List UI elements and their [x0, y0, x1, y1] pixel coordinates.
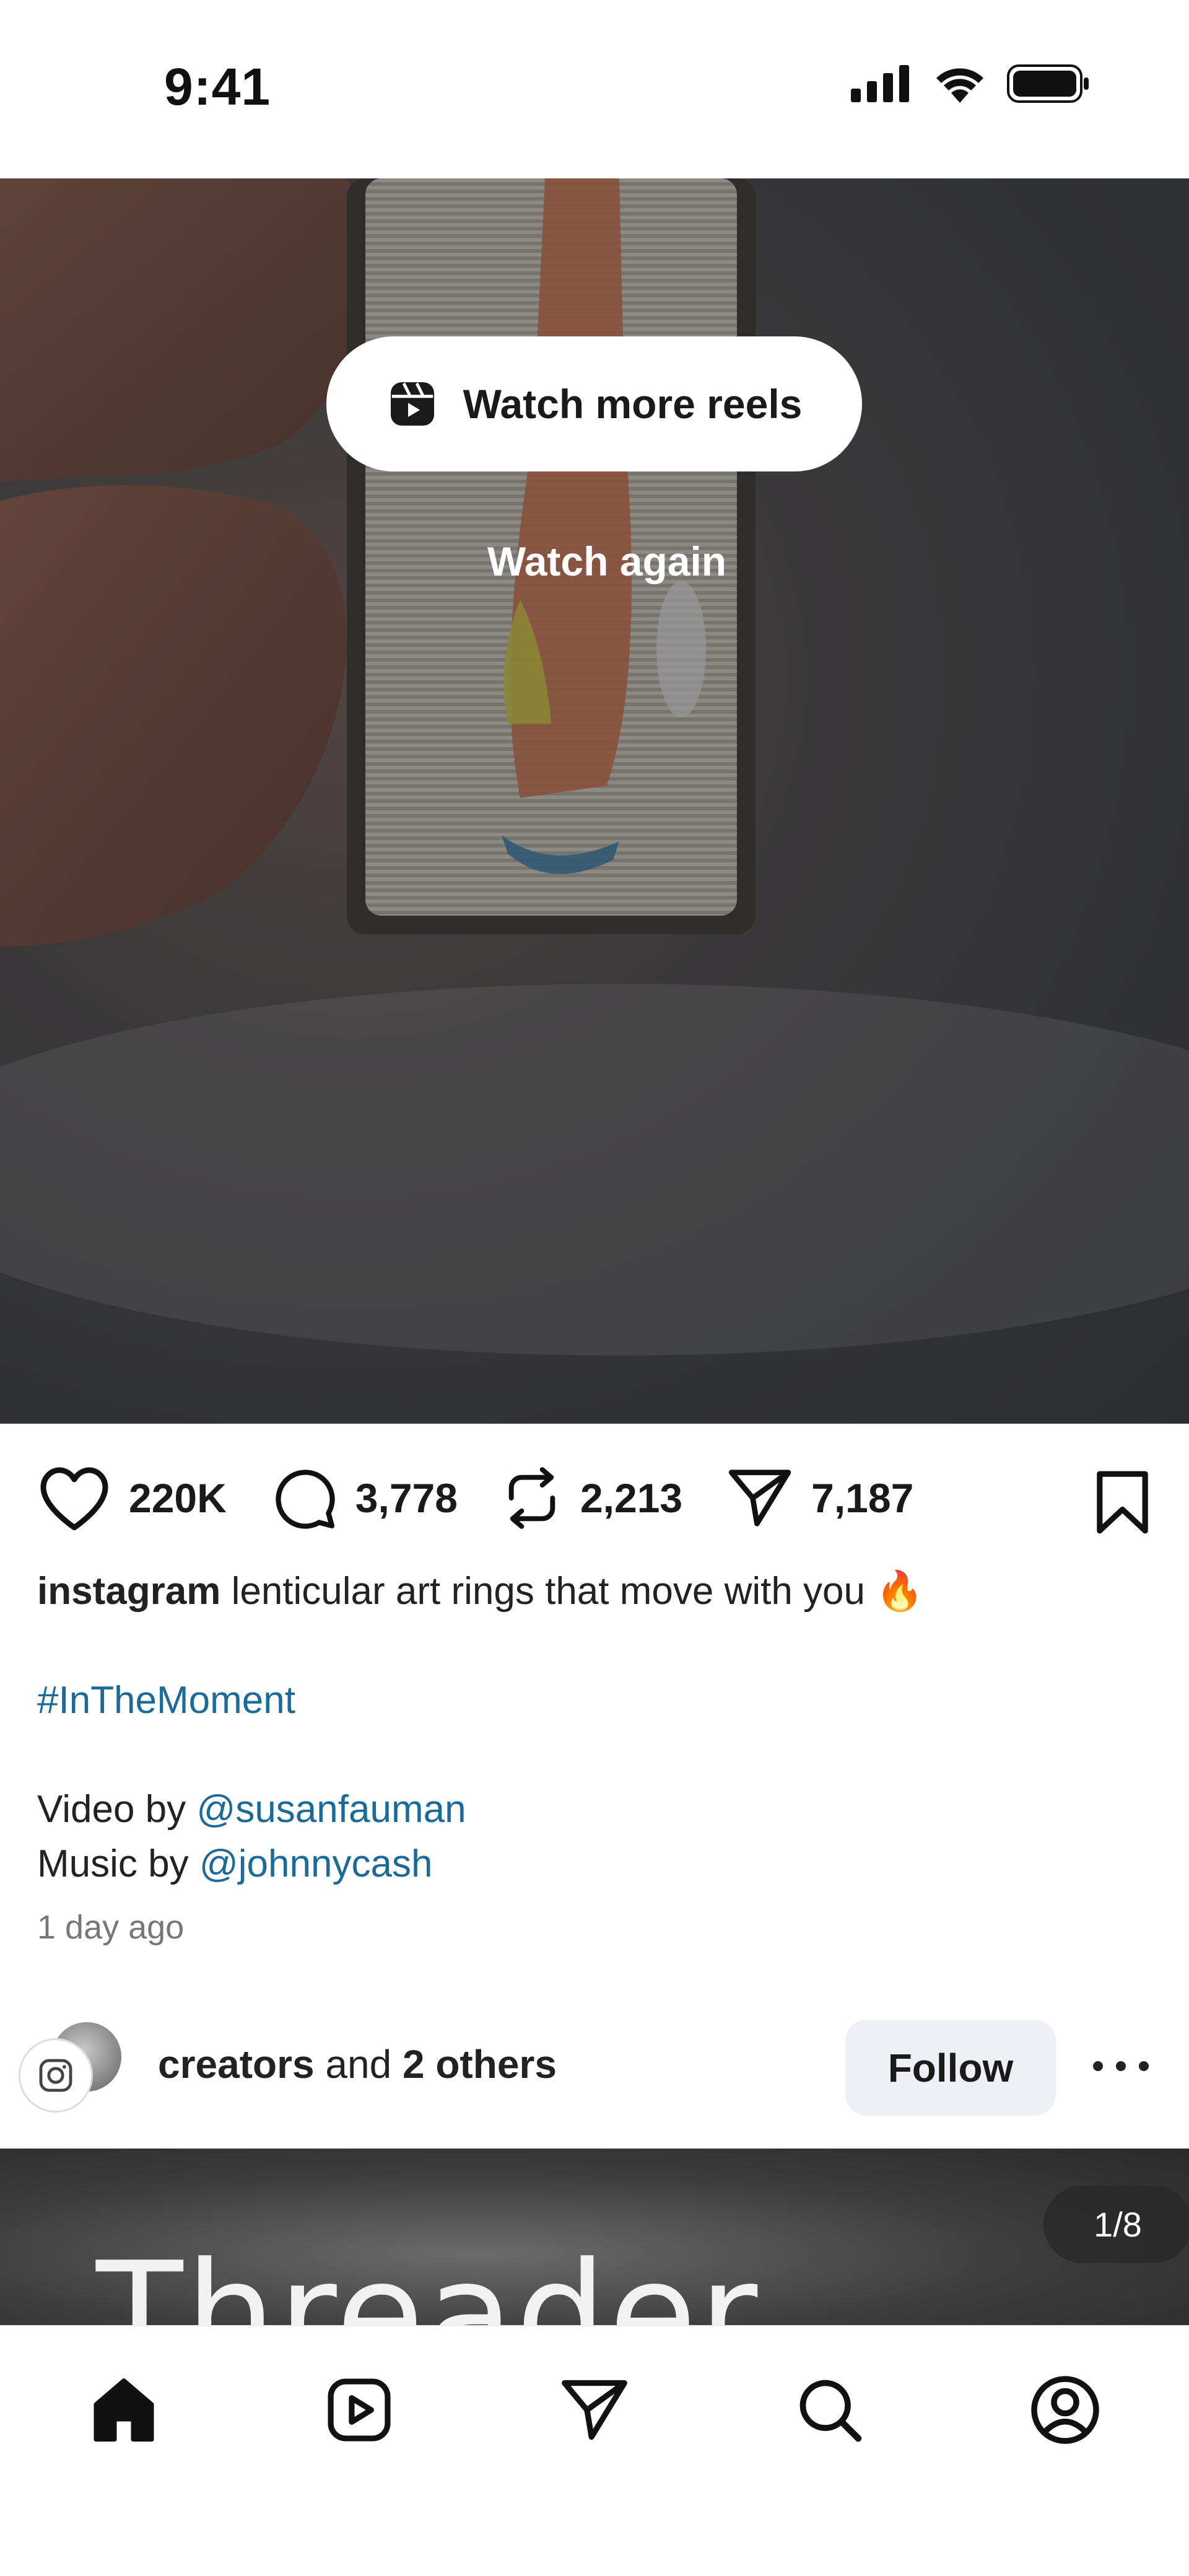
tab-reels[interactable]: [319, 2370, 399, 2450]
music-credit-handle[interactable]: @johnnycash: [199, 1842, 433, 1885]
bookmark-icon: [1097, 1471, 1148, 1534]
reels-icon: [390, 382, 434, 426]
share-button[interactable]: 7,187: [726, 1464, 913, 1532]
more-dot-icon: [1139, 2061, 1149, 2071]
carousel-page-indicator: 1/8: [1043, 2186, 1189, 2263]
post-timestamp: 1 day ago: [37, 1909, 185, 1946]
more-dot-icon: [1093, 2061, 1103, 2071]
search-icon: [799, 2380, 862, 2442]
video-credit: Video by @susanfauman: [37, 1782, 1152, 1837]
follow-button[interactable]: Follow: [845, 2020, 1056, 2116]
reels-play-icon: [328, 2378, 391, 2442]
tab-profile[interactable]: [1025, 2370, 1105, 2450]
watch-again-button[interactable]: Watch again: [0, 538, 1189, 585]
wifi-icon: [936, 68, 983, 103]
instagram-logo-icon: [39, 2059, 72, 2092]
save-button[interactable]: [1093, 1468, 1152, 1540]
creators-label[interactable]: creators and 2 others: [158, 2041, 557, 2087]
action-bar: 220K 3,778 2,213 7,187: [37, 1462, 1152, 1534]
caption-first-line: instagram lenticular art rings that move…: [37, 1564, 1152, 1619]
caption: instagram lenticular art rings that move…: [37, 1564, 1152, 1891]
watch-more-reels-button[interactable]: Watch more reels: [326, 336, 862, 471]
watch-more-reels-label: Watch more reels: [463, 381, 803, 427]
send-icon: [728, 1469, 791, 1527]
repost-count: 2,213: [580, 1474, 683, 1521]
direct-icon: [562, 2380, 627, 2440]
creators-lead: creators: [158, 2042, 315, 2087]
video-credit-prefix: Video by: [37, 1788, 197, 1831]
cellular-signal-icon: [851, 65, 909, 102]
tab-home[interactable]: [84, 2370, 164, 2450]
reel-video[interactable]: Watch more reels Watch again: [0, 178, 1189, 1424]
heart-icon: [40, 1467, 108, 1530]
profile-icon: [1031, 2376, 1099, 2444]
video-credit-handle[interactable]: @susanfauman: [196, 1788, 466, 1831]
comment-count: 3,778: [355, 1474, 458, 1521]
repost-icon: [508, 1466, 555, 1529]
music-credit-prefix: Music by: [37, 1842, 199, 1885]
status-bar: 9:41: [0, 0, 1189, 178]
caption-text: lenticular art rings that move with you …: [231, 1570, 924, 1613]
like-button[interactable]: 220K: [37, 1464, 227, 1532]
creators-row: creators and 2 others Follow: [0, 2013, 1189, 2125]
next-post-media[interactable]: Threader 1/8: [0, 2149, 1189, 2325]
tab-direct[interactable]: [554, 2370, 635, 2450]
comment-button[interactable]: 3,778: [270, 1464, 458, 1532]
home-icon: [94, 2378, 154, 2442]
more-dot-icon: [1116, 2061, 1126, 2071]
hashtag-link[interactable]: #InTheMoment: [37, 1673, 1152, 1728]
creators-middle: and: [314, 2042, 403, 2087]
comment-icon: [276, 1469, 335, 1529]
more-options-button[interactable]: [1093, 2044, 1149, 2088]
creators-others: 2 others: [402, 2042, 557, 2087]
avatar-stack[interactable]: [19, 2020, 124, 2113]
music-credit: Music by @johnnycash: [37, 1837, 1152, 1891]
repost-button[interactable]: 2,213: [501, 1464, 682, 1532]
status-time: 9:41: [164, 58, 271, 116]
caption-username[interactable]: instagram: [37, 1570, 220, 1613]
instagram-avatar: [19, 2038, 93, 2113]
share-count: 7,187: [811, 1474, 914, 1521]
battery-icon: [1007, 64, 1089, 103]
like-count: 220K: [129, 1474, 227, 1521]
next-post-title: Threader: [96, 2232, 760, 2325]
status-icons: [851, 64, 1090, 103]
tab-bar: [0, 2325, 1189, 2576]
tab-search[interactable]: [790, 2370, 870, 2450]
